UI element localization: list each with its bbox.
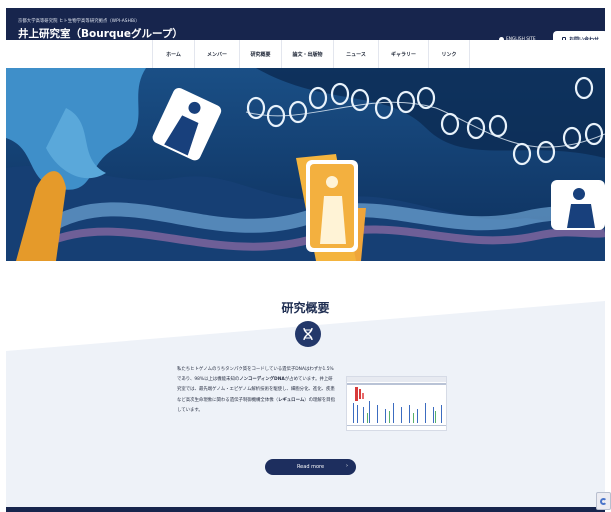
nav-item-publications[interactable]: 論文・出版物 — [281, 40, 333, 68]
main-nav: ホーム メンバー 研究概要 論文・出版物 ニュース ギャラリー リンク — [6, 40, 605, 68]
lab-title-link[interactable]: 井上研究室（Bourqueグループ） — [18, 26, 183, 41]
body-bold-noncoding: ノンコーディングDNA — [239, 377, 285, 383]
body-bold-regulome: レギュローム — [278, 397, 305, 403]
nav-item-research[interactable]: 研究概要 — [239, 40, 281, 68]
nav-item-news[interactable]: ニュース — [333, 40, 378, 68]
genome-browser-figure — [346, 376, 447, 431]
recaptcha-icon[interactable] — [596, 492, 611, 510]
nav-item-home[interactable]: ホーム — [152, 40, 194, 68]
chevron-right-icon: › — [346, 463, 348, 469]
dna-icon — [295, 321, 321, 347]
page: 京都大学高等研究院 ヒト生物学高等研究拠点（WPI-ASHBi） 井上研究室（B… — [0, 0, 611, 512]
nav-items: ホーム メンバー 研究概要 論文・出版物 ニュース ギャラリー リンク — [152, 40, 470, 68]
footer-bar — [6, 507, 605, 512]
read-more-label: Read more — [296, 464, 325, 470]
hero-illustration — [6, 68, 605, 261]
affiliation-text: 京都大学高等研究院 ヒト生物学高等研究拠点（WPI-ASHBi） — [18, 19, 140, 24]
overview-body: 私たちヒトゲノムのうちタンパク質をコードしている遺伝子DNAはわずか1.5%であ… — [177, 365, 337, 416]
research-overview-section: 研究概要 私たちヒトゲノムのうちタンパク質をコードしている遺伝子DNAはわずか1… — [6, 261, 605, 512]
section-title: 研究概要 — [281, 301, 330, 315]
read-more-button[interactable]: Read more › — [265, 459, 356, 475]
nav-item-gallery[interactable]: ギャラリー — [378, 40, 428, 68]
nav-item-members[interactable]: メンバー — [194, 40, 239, 68]
nav-item-links[interactable]: リンク — [428, 40, 470, 68]
